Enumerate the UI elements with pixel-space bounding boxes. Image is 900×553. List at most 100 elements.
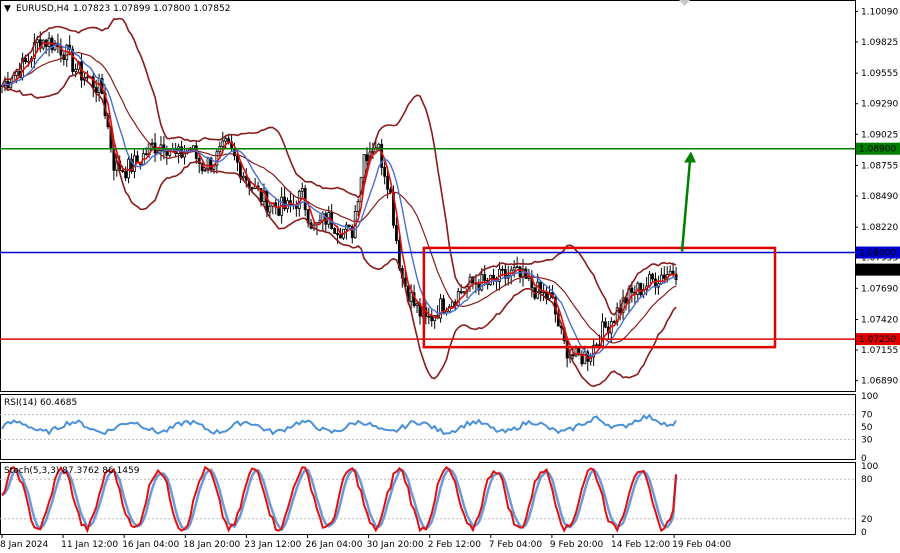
time-tick-label: 14 Feb 12:00 <box>611 540 670 550</box>
candle-body <box>604 321 607 328</box>
subpanel-axis: 100705030010080200 <box>861 392 878 538</box>
rsi-tick-label: 30 <box>861 435 873 445</box>
candle-body <box>224 138 228 142</box>
candle-body <box>515 266 519 269</box>
chart-area[interactable]: 1.10090 1.09825 1.09555 1.09290 1.09025 1.087… <box>0 0 900 553</box>
candle-body <box>571 354 575 357</box>
candle-body <box>483 274 487 281</box>
candle-body <box>583 351 587 365</box>
candle-body <box>512 267 516 271</box>
candle-body <box>150 142 154 145</box>
candle-body <box>542 291 545 294</box>
candle-body <box>651 273 654 280</box>
time-tick-label: 11 Jan 12:00 <box>61 540 118 550</box>
candle-body <box>265 190 269 213</box>
stoch-title: Stoch(5,3,3) 87.3762 86.1459 <box>4 466 140 476</box>
candle-body <box>500 268 504 271</box>
candle-body <box>339 234 342 239</box>
time-tick-label: 26 Jan 04:00 <box>306 540 363 550</box>
stoch-tick-label: 20 <box>861 515 873 525</box>
candle-body <box>333 228 337 234</box>
price-axis: 1.10090 1.09825 1.09555 1.09290 1.09025 1.087… <box>855 7 900 387</box>
rsi-panel-frame <box>0 394 856 460</box>
current-price-tag: 1.07852 <box>859 266 896 276</box>
stoch-tick-label: 0 <box>861 528 867 538</box>
price-tick-label: 1.08490 <box>861 192 898 202</box>
price-tick-label: 1.09555 <box>861 69 898 79</box>
price-tick-label: 1.09825 <box>861 38 898 48</box>
candle-body <box>415 303 419 307</box>
candle-body <box>24 57 27 63</box>
time-tick-label: 30 Jan 20:00 <box>367 540 424 550</box>
candle-body <box>612 321 616 323</box>
price-plot <box>0 17 855 388</box>
candle-body <box>395 224 398 241</box>
candle-body <box>144 153 148 156</box>
time-axis: 8 Jan 2024 11 Jan 12:00 16 Jan 04:00 18 Jan… <box>0 535 731 550</box>
rsi-title: RSI(14) 60.4685 <box>4 398 77 408</box>
rsi-plot <box>0 413 855 440</box>
price-tick-label: 1.09025 <box>861 130 898 140</box>
time-tick-label: 16 Jan 04:00 <box>122 540 179 550</box>
candle-body <box>124 171 128 179</box>
candle-body <box>383 166 387 177</box>
target-arrow-line <box>680 160 692 252</box>
candle-body <box>241 175 245 179</box>
bollinger-upper <box>1 17 677 316</box>
range-box <box>422 246 777 349</box>
price-tick-label: 1.06890 <box>861 377 898 387</box>
candle-body <box>203 169 207 172</box>
price-tick-label: 1.07155 <box>861 346 898 356</box>
ma-red-line <box>1 41 677 360</box>
stoch-tick-label: 100 <box>861 462 878 472</box>
level-tag: 1.08000 <box>859 249 896 259</box>
candle-body <box>518 266 522 277</box>
time-tick-label: 23 Jan 12:00 <box>244 540 301 550</box>
header-arrow-icon[interactable]: ▼ <box>4 4 11 14</box>
time-tick-label: 9 Feb 20:00 <box>550 540 604 550</box>
candle-body <box>668 270 672 275</box>
stoch-plot <box>0 465 855 534</box>
candle-body <box>630 287 634 293</box>
time-tick-label: 19 Feb 04:00 <box>672 540 731 550</box>
candle-body <box>221 140 225 147</box>
ohlc-values: 1.07823 1.07899 1.07800 1.07852 <box>73 4 230 14</box>
price-tick-label: 1.10090 <box>861 7 898 17</box>
one-click-trading-icon[interactable] <box>679 0 690 6</box>
candle-body <box>662 274 666 279</box>
candle-body <box>15 71 19 76</box>
candle-body <box>268 205 272 213</box>
rsi-tick-label: 50 <box>861 423 873 433</box>
candle-body <box>356 201 360 212</box>
time-tick-label: 2 Feb 12:00 <box>428 540 482 550</box>
candle-body <box>639 282 643 296</box>
stoch-tick-label: 80 <box>861 475 873 485</box>
candle-body <box>659 274 663 285</box>
candle-body <box>250 187 254 190</box>
candle-body <box>462 291 466 294</box>
candle-body <box>450 301 454 308</box>
price-tick-label: 1.07420 <box>861 315 898 325</box>
candle-body <box>377 143 381 149</box>
candle-body <box>459 291 463 294</box>
candle-body <box>409 292 413 302</box>
time-tick-label: 8 Jan 2024 <box>0 540 48 550</box>
candle-body <box>347 224 351 228</box>
candle-body <box>127 158 130 179</box>
rsi-tick-label: 100 <box>861 392 878 402</box>
candle-body <box>365 154 369 162</box>
candle-body <box>233 148 236 157</box>
bollinger-middle <box>1 51 677 344</box>
price-tick-label: 1.07690 <box>861 284 898 294</box>
candle-body <box>492 275 495 279</box>
candle-body <box>135 155 139 163</box>
time-tick-label: 7 Feb 04:00 <box>489 540 543 550</box>
price-tick-label: 1.08755 <box>861 161 898 171</box>
candle-body <box>121 170 125 172</box>
rsi-tick-label: 70 <box>861 411 873 421</box>
candle-body <box>300 188 304 192</box>
candle-body <box>386 175 389 190</box>
level-tag: 1.08900 <box>859 145 896 155</box>
candle-body <box>165 151 169 156</box>
candle-body <box>297 190 301 209</box>
